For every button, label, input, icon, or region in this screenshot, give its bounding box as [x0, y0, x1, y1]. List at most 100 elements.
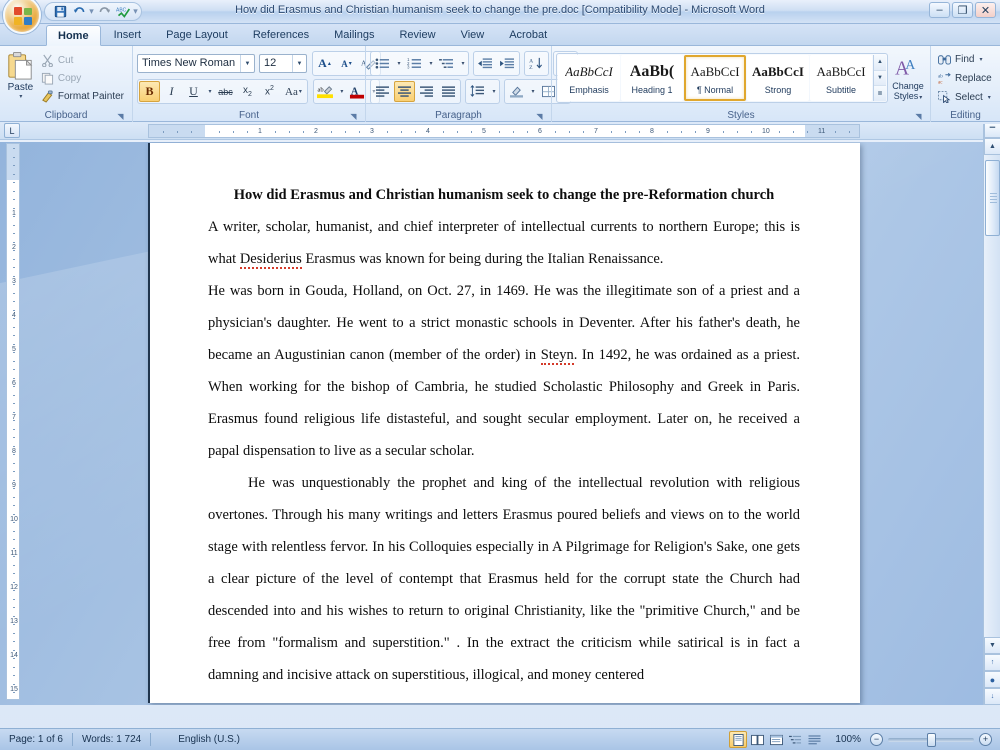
superscript-button[interactable]: x2 [259, 81, 280, 102]
horizontal-ruler[interactable]: 1234567891011 [148, 124, 860, 138]
highlight-dropdown-arrow[interactable]: ▾ [337, 81, 346, 102]
minimize-button[interactable]: – [929, 2, 950, 18]
page-indicator[interactable]: Page: 1 of 6 [0, 729, 72, 750]
zoom-level[interactable]: 100% [829, 734, 867, 745]
web-layout-view-button[interactable] [767, 731, 785, 748]
center-button[interactable] [394, 81, 415, 102]
scroll-down-button[interactable]: ▼ [984, 637, 1000, 654]
styles-more-button[interactable]: ≣ [874, 86, 886, 101]
tab-mailings[interactable]: Mailings [322, 24, 386, 45]
style-strong[interactable]: AaBbCcI Strong [747, 55, 809, 101]
chevron-down-icon[interactable]: ▾ [133, 6, 138, 17]
grow-font-button[interactable]: A▴ [314, 53, 335, 74]
document-page[interactable]: How did Erasmus and Christian humanism s… [148, 143, 860, 703]
shading-button[interactable] [506, 81, 527, 102]
italic-button[interactable]: I [161, 81, 182, 102]
undo-icon[interactable] [70, 4, 88, 20]
font-size-dropdown-arrow[interactable]: ▼ [292, 55, 306, 72]
change-case-button[interactable]: Aa▾ [281, 81, 306, 102]
select-dropdown-arrow[interactable]: ▾ [988, 94, 991, 101]
multilevel-list-dropdown-arrow[interactable]: ▾ [458, 53, 467, 74]
scroll-up-button[interactable]: ▲ [984, 138, 1000, 155]
scrollbar-thumb[interactable] [985, 160, 1000, 236]
strikethrough-button[interactable]: abc [215, 81, 236, 102]
subscript-button[interactable]: x2 [237, 81, 258, 102]
outline-view-button[interactable] [786, 731, 804, 748]
font-dialog-launcher[interactable]: ◥ [348, 111, 359, 122]
restore-button[interactable]: ❐ [952, 2, 973, 18]
redo-icon[interactable] [95, 4, 113, 20]
font-name-dropdown-arrow[interactable]: ▼ [240, 55, 254, 72]
style-subtitle[interactable]: AaBbCcI Subtitle [810, 55, 872, 101]
find-button[interactable]: Find ▾ [935, 50, 995, 68]
select-button[interactable]: Select ▾ [935, 88, 995, 106]
clipboard-dialog-launcher[interactable]: ◥ [115, 111, 126, 122]
document-body[interactable]: How did Erasmus and Christian humanism s… [150, 143, 860, 691]
increase-indent-button[interactable] [497, 53, 518, 74]
numbering-dropdown-arrow[interactable]: ▾ [426, 53, 435, 74]
tab-view[interactable]: View [449, 24, 497, 45]
tab-review[interactable]: Review [387, 24, 447, 45]
styles-scroll-up-button[interactable]: ▲ [874, 55, 886, 71]
shrink-font-button[interactable]: A▾ [336, 53, 357, 74]
style-normal[interactable]: AaBbCcI ¶ Normal [684, 55, 746, 101]
tab-home[interactable]: Home [46, 25, 101, 46]
bold-button[interactable]: B [139, 81, 160, 102]
print-layout-view-button[interactable] [729, 731, 747, 748]
underline-dropdown-arrow[interactable]: ▾ [205, 81, 214, 102]
bullets-button[interactable] [372, 53, 393, 74]
change-styles-button[interactable]: A A Change Styles▾ [890, 53, 926, 103]
close-button[interactable]: ✕ [975, 2, 996, 18]
vertical-ruler[interactable]: 123456789101112131415 [6, 143, 20, 700]
zoom-thumb[interactable] [927, 733, 936, 747]
sort-button[interactable]: AZ [526, 53, 547, 74]
full-screen-reading-view-button[interactable] [748, 731, 766, 748]
split-bar-handle[interactable]: ▔ [984, 124, 1000, 138]
word-count[interactable]: Words: 1 724 [73, 729, 150, 750]
language-indicator[interactable]: English (U.S.) [169, 729, 249, 750]
paste-dropdown-arrow[interactable]: ▾ [19, 93, 22, 100]
styles-scroll-down-button[interactable]: ▼ [874, 71, 886, 87]
tab-references[interactable]: References [241, 24, 321, 45]
styles-dialog-launcher[interactable]: ◥ [913, 111, 924, 122]
tab-acrobat[interactable]: Acrobat [497, 24, 559, 45]
text-highlight-color-button[interactable]: ab [315, 81, 336, 102]
font-size-combo[interactable]: 12 ▼ [259, 54, 307, 73]
find-dropdown-arrow[interactable]: ▾ [979, 56, 982, 63]
underline-button[interactable]: U [183, 81, 204, 102]
zoom-in-button[interactable]: + [979, 733, 992, 746]
zoom-out-button[interactable]: − [870, 733, 883, 746]
cut-button[interactable]: Cut [37, 52, 128, 69]
style-heading-1[interactable]: AaBb( Heading 1 [621, 55, 683, 101]
zoom-track[interactable] [888, 738, 974, 742]
format-painter-button[interactable]: Format Painter [37, 88, 128, 105]
tab-stop-selector[interactable]: L [4, 123, 20, 138]
save-icon[interactable] [51, 4, 69, 20]
paste-button[interactable]: Paste ▾ [4, 49, 37, 100]
multilevel-list-button[interactable] [436, 53, 457, 74]
numbering-button[interactable]: 123 [404, 53, 425, 74]
bullets-dropdown-arrow[interactable]: ▾ [394, 53, 403, 74]
align-left-button[interactable] [372, 81, 393, 102]
line-spacing-dropdown-arrow[interactable]: ▾ [489, 81, 498, 102]
vertical-scrollbar[interactable]: ▔ ▲ ▼ ↑ ● ↓ [983, 124, 1000, 705]
justify-button[interactable] [438, 81, 459, 102]
tab-insert[interactable]: Insert [102, 24, 154, 45]
decrease-indent-button[interactable] [475, 53, 496, 74]
next-page-button[interactable]: ↓ [984, 688, 1000, 705]
style-emphasis[interactable]: AaBbCcI Emphasis [558, 55, 620, 101]
align-right-button[interactable] [416, 81, 437, 102]
paragraph-dialog-launcher[interactable]: ◥ [534, 111, 545, 122]
draft-view-button[interactable] [805, 731, 823, 748]
previous-page-button[interactable]: ↑ [984, 654, 1000, 671]
zoom-slider[interactable]: − + [870, 733, 992, 746]
proofing-errors-icon[interactable] [151, 733, 169, 747]
undo-dropdown-arrow[interactable]: ▾ [89, 6, 94, 17]
tab-page-layout[interactable]: Page Layout [154, 24, 240, 45]
font-name-combo[interactable]: Times New Roman ▼ [137, 54, 255, 73]
shading-dropdown-arrow[interactable]: ▾ [528, 81, 537, 102]
line-spacing-button[interactable] [467, 81, 488, 102]
spelling-icon[interactable]: ABC [114, 4, 132, 20]
select-browse-object-button[interactable]: ● [984, 671, 1000, 688]
copy-button[interactable]: Copy [37, 70, 128, 87]
